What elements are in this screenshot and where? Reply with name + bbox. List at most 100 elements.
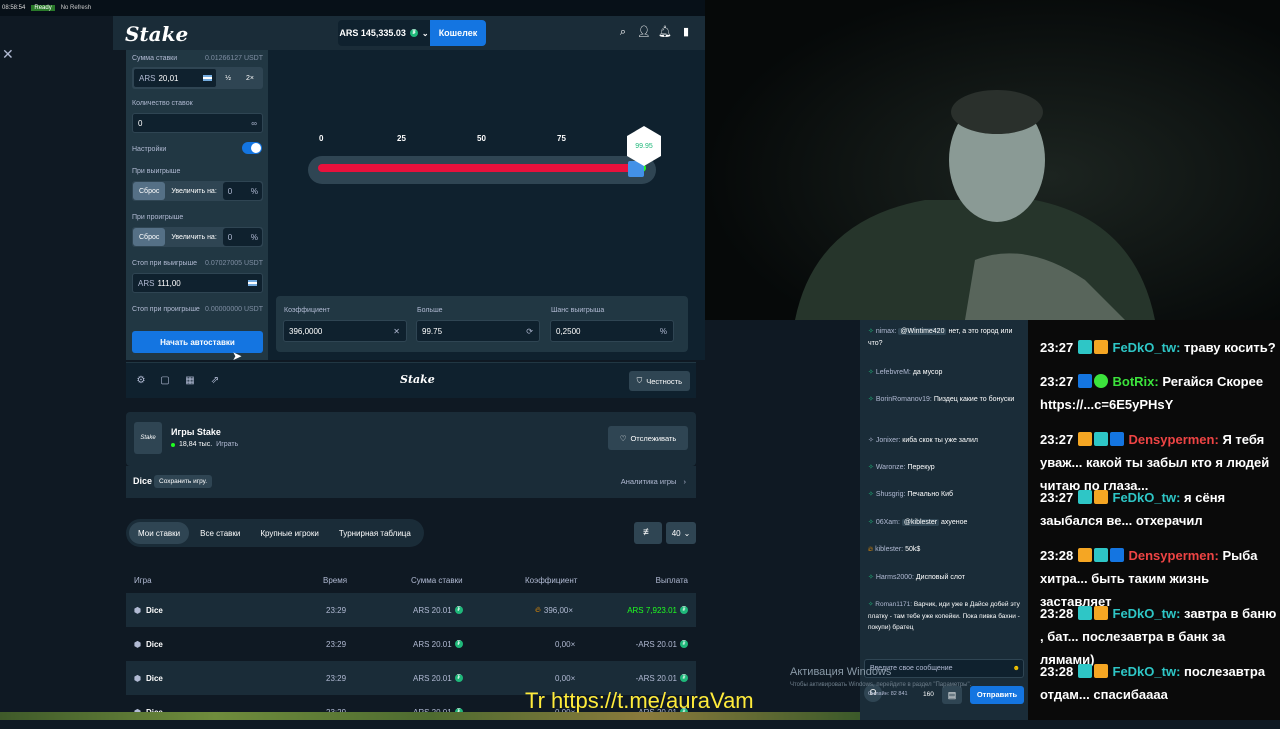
table-row[interactable]: ⬢Dice 23:29 ARS 20.01₮ 0,00× -ARS 20.01₮	[126, 627, 696, 661]
on-loss-increase-button[interactable]: Увеличить на:	[165, 228, 222, 246]
on-win-reset-button[interactable]: Сброс	[133, 182, 166, 200]
on-win-percent-input[interactable]: 0 %	[222, 182, 262, 200]
wrench-badge-icon	[1109, 432, 1124, 446]
row-game: Dice	[145, 673, 163, 683]
chat-message: ✧ Harms2000: Дисповый слот	[868, 572, 1028, 584]
chat-message: ✧ Roman1171: Варчик, иди уже в Дайсе доб…	[868, 599, 1028, 634]
chat-text: киба скок ты уже залил	[902, 437, 978, 444]
infinity-icon[interactable]: ∞	[251, 119, 257, 128]
follow-button[interactable]: ♡ Отслеживать	[608, 426, 688, 450]
sub-badge-icon	[1077, 340, 1092, 354]
chat-user[interactable]: BorinRomanov19:	[876, 396, 932, 403]
wrench-badge-icon	[1077, 374, 1092, 388]
game-analytics-link[interactable]: Аналитика игры ›	[621, 477, 686, 486]
bets-count-input[interactable]: 0 ∞	[132, 113, 263, 133]
msg-user: FeDkO_tw:	[1112, 340, 1181, 355]
chat-user[interactable]: kiblester:	[875, 546, 903, 553]
table-row[interactable]: ⬢ Dice 23:29 ARS 20.01 ₮ 🔥︎ 396,00× ARS 7,9…	[126, 593, 696, 627]
on-loss-reset-button[interactable]: Сброс	[133, 228, 166, 246]
msg-user: FeDkO_tw:	[1112, 606, 1181, 621]
chat-user[interactable]: Waronze:	[876, 464, 906, 471]
coin-icon: ₮	[454, 606, 463, 614]
percent-icon: %	[250, 186, 258, 196]
sidebar-toggle-icon[interactable]: ▮	[679, 25, 693, 39]
emoji-icon[interactable]: ☻	[1013, 665, 1020, 672]
popout-icon[interactable]: ⇗	[208, 374, 222, 388]
stop-win-input[interactable]: ARS 111,00	[132, 273, 263, 293]
chat-user[interactable]: 06Xam:	[876, 519, 900, 526]
chat-user[interactable]: Roman1171:	[875, 601, 912, 608]
double-button[interactable]: 2×	[239, 69, 261, 87]
msg-user: BotRix:	[1112, 374, 1159, 389]
crown-badge-icon	[1093, 606, 1108, 620]
user-badge-icon: ✧	[868, 519, 874, 526]
percent-icon: %	[659, 326, 667, 336]
col-multiplier: Коэффициент	[525, 575, 578, 585]
chat-message: ✧ Waronze: Перекур	[868, 462, 1028, 474]
save-game-chip[interactable]: Сохранить игру.	[154, 475, 213, 488]
chat-user[interactable]: nimax:	[876, 328, 897, 335]
filter-icon[interactable]: ≢	[634, 522, 662, 544]
multiplier-label: Коэффициент	[284, 307, 330, 314]
tick-0: 0	[319, 134, 324, 143]
on-win-increase-button[interactable]: Увеличить на:	[165, 182, 222, 200]
coin-icon: ₮	[454, 640, 463, 648]
heart-icon: ♡	[619, 433, 627, 443]
tab-my-bets[interactable]: Мои ставки	[129, 522, 190, 544]
row-amount: ARS 20.01	[413, 673, 452, 683]
tab-race-leaderboard[interactable]: Турнирная таблица	[330, 522, 420, 544]
bet-amount-input[interactable]: ARS 20,01	[133, 68, 217, 88]
tab-all-bets[interactable]: Все ставки	[191, 522, 249, 544]
on-loss-percent-input[interactable]: 0 %	[222, 228, 262, 246]
bell-icon[interactable]: 🔔︎	[658, 25, 672, 39]
send-button[interactable]: Отправить	[970, 686, 1024, 704]
chance-input[interactable]: 0,2500 %	[550, 320, 674, 342]
balance-selector[interactable]: ARS 145,335.03 ₮ ⌄	[338, 20, 430, 46]
msg-time: 23:28	[1040, 548, 1074, 563]
tick-50: 50	[477, 134, 486, 143]
dice-icon: ⬢	[134, 673, 141, 683]
start-autobet-button[interactable]: Начать автоставки	[132, 331, 263, 353]
half-button[interactable]: ½	[217, 69, 239, 87]
result-value: 99.95	[635, 142, 653, 150]
online-count-label: Онлайн: 82 841	[868, 691, 908, 697]
page-size-select[interactable]: 40 ⌄	[666, 522, 696, 544]
theatre-icon[interactable]: ▢	[158, 374, 172, 388]
user-icon[interactable]: 👤︎	[637, 25, 651, 39]
analytics-label: Аналитика игры	[620, 477, 677, 486]
online-dot-icon	[171, 442, 175, 447]
close-icon[interactable]: ✕	[2, 46, 14, 63]
fairness-button[interactable]: ⛉ Честность	[628, 371, 690, 391]
swap-icon[interactable]: ⟳	[526, 327, 533, 336]
settings-toggle[interactable]	[242, 142, 262, 154]
chat-user[interactable]: Jonixer:	[876, 437, 901, 444]
row-payout: -ARS 20.01	[635, 639, 677, 649]
chat-user[interactable]: Harms2000:	[876, 574, 914, 581]
rules-icon[interactable]: ▤	[942, 686, 962, 704]
tab-high-rollers[interactable]: Крупные игроки	[251, 522, 327, 544]
chevron-right-icon: ›	[683, 477, 687, 486]
top-status-strip: 08:58:54 Ready No Refresh	[0, 0, 705, 16]
over-input[interactable]: 99.75 ⟳	[416, 320, 540, 342]
row-game: Dice	[145, 605, 163, 615]
col-amount: Сумма ставки	[411, 575, 463, 585]
wallet-button[interactable]: Кошелек	[430, 20, 486, 46]
search-icon[interactable]: ⌕	[616, 25, 630, 39]
chat-text: Перекур	[907, 464, 935, 471]
gear-icon[interactable]: ⚙	[134, 374, 148, 388]
chat-user[interactable]: LefebvreM:	[876, 369, 911, 376]
chat-text: 50k$	[905, 546, 921, 553]
footer-stake-logo: Stake	[400, 373, 435, 386]
row-amount: ARS 20.01	[413, 605, 452, 615]
multiplier-input[interactable]: 396,0000 ✕	[283, 320, 407, 342]
msg-time: 23:27	[1040, 490, 1074, 505]
stats-icon[interactable]: ▦	[183, 374, 197, 388]
game-thumbnail[interactable]: Stake	[134, 422, 162, 454]
msg-user: FeDkO_tw:	[1112, 664, 1181, 679]
follow-label: Отслеживать	[630, 433, 677, 443]
msg-user: Densypermen:	[1128, 548, 1219, 563]
user-badge-icon: ✧	[868, 396, 874, 403]
stream-chat-message: 23:27 FeDkO_tw: траву косить?	[1040, 336, 1280, 359]
chat-user[interactable]: Shusgrig:	[876, 491, 906, 498]
stake-logo[interactable]: Stake	[125, 22, 188, 46]
